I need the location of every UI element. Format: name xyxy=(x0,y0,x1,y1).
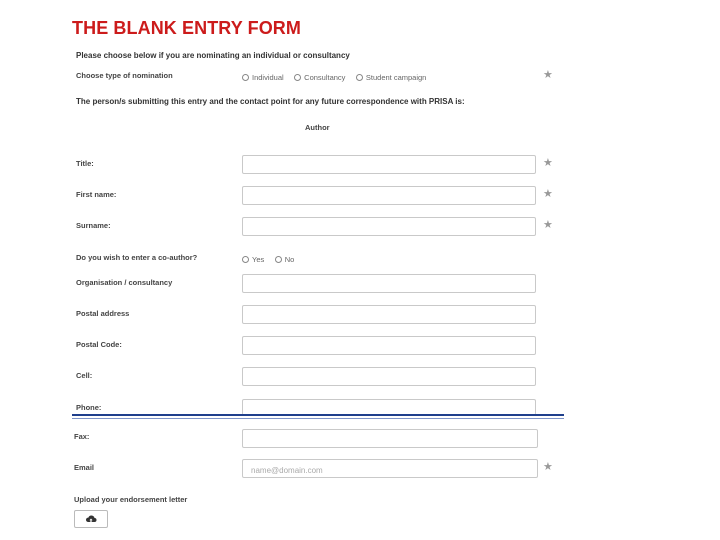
cell-label: Cell: xyxy=(76,371,93,380)
organisation-input[interactable] xyxy=(243,277,535,294)
required-star-icon: ★ xyxy=(543,188,553,200)
radio-coauthor-no[interactable] xyxy=(274,256,282,264)
upload-button[interactable] xyxy=(74,510,108,528)
radio-individual[interactable] xyxy=(242,74,249,82)
contact-heading-brand: PRISA xyxy=(428,97,454,106)
required-star-icon: ★ xyxy=(543,219,553,231)
contact-heading-pre: The person/s submitting this entry and t… xyxy=(76,97,429,106)
cloud-upload-icon xyxy=(85,515,97,522)
organisation-field xyxy=(242,274,536,294)
contact-heading: The person/s submitting this entry and t… xyxy=(76,97,465,106)
fax-input[interactable] xyxy=(243,432,537,449)
nomination-type-label: Choose type of nomination xyxy=(76,71,173,80)
fax-label: Fax: xyxy=(74,432,90,441)
email-input[interactable] xyxy=(243,462,537,479)
slide-divider xyxy=(72,414,564,416)
radio-consultancy-label: Consultancy xyxy=(304,73,346,83)
radio-coauthor-yes[interactable] xyxy=(242,256,249,264)
phone-field xyxy=(242,399,536,418)
email-field xyxy=(242,459,538,479)
organisation-label: Organisation / consultancy xyxy=(76,278,173,287)
postal-code-input[interactable] xyxy=(243,339,535,356)
radio-consultancy[interactable] xyxy=(294,74,302,82)
slide-divider-thin xyxy=(72,418,564,419)
coauthor-label: Do you wish to enter a co-author? xyxy=(76,253,198,262)
title-label: Title: xyxy=(76,159,94,168)
title-field xyxy=(242,155,536,175)
upload-label: Upload your endorsement letter xyxy=(74,495,188,504)
postal-code-field xyxy=(242,336,536,356)
slide-title: THE BLANK ENTRY FORM xyxy=(72,18,301,38)
nomination-intro: Please choose below if you are nominatin… xyxy=(76,51,350,60)
required-star-icon: ★ xyxy=(543,461,553,473)
surname-field xyxy=(242,217,536,237)
surname-input[interactable] xyxy=(243,220,535,237)
radio-individual-label: Individual xyxy=(252,73,284,83)
contact-heading-post: is: xyxy=(453,97,465,106)
required-star-icon: ★ xyxy=(543,69,553,81)
first-name-input[interactable] xyxy=(243,189,535,206)
first-name-label: First name: xyxy=(76,190,117,199)
postal-address-label: Postal address xyxy=(76,309,130,318)
radio-student-campaign-label: Student campaign xyxy=(365,73,427,83)
postal-address-field xyxy=(242,305,536,325)
phone-label: Phone: xyxy=(76,403,102,412)
required-star-icon: ★ xyxy=(543,157,553,169)
radio-coauthor-yes-label: Yes xyxy=(252,255,265,265)
radio-coauthor-no-label: No xyxy=(284,255,295,265)
surname-label: Surname: xyxy=(76,221,111,230)
first-name-field xyxy=(242,186,536,206)
nomination-type-group: Individual Consultancy Student campaign xyxy=(242,69,432,87)
radio-student-campaign[interactable] xyxy=(355,74,363,82)
coauthor-group: Yes No xyxy=(242,251,300,269)
cell-field xyxy=(242,367,536,387)
section-label-author: Author xyxy=(305,123,330,132)
cell-input[interactable] xyxy=(243,370,535,387)
postal-address-input[interactable] xyxy=(243,308,535,325)
fax-field xyxy=(242,429,538,449)
email-label: Email xyxy=(74,463,95,472)
postal-code-label: Postal Code: xyxy=(76,340,122,349)
title-input[interactable] xyxy=(243,158,535,175)
